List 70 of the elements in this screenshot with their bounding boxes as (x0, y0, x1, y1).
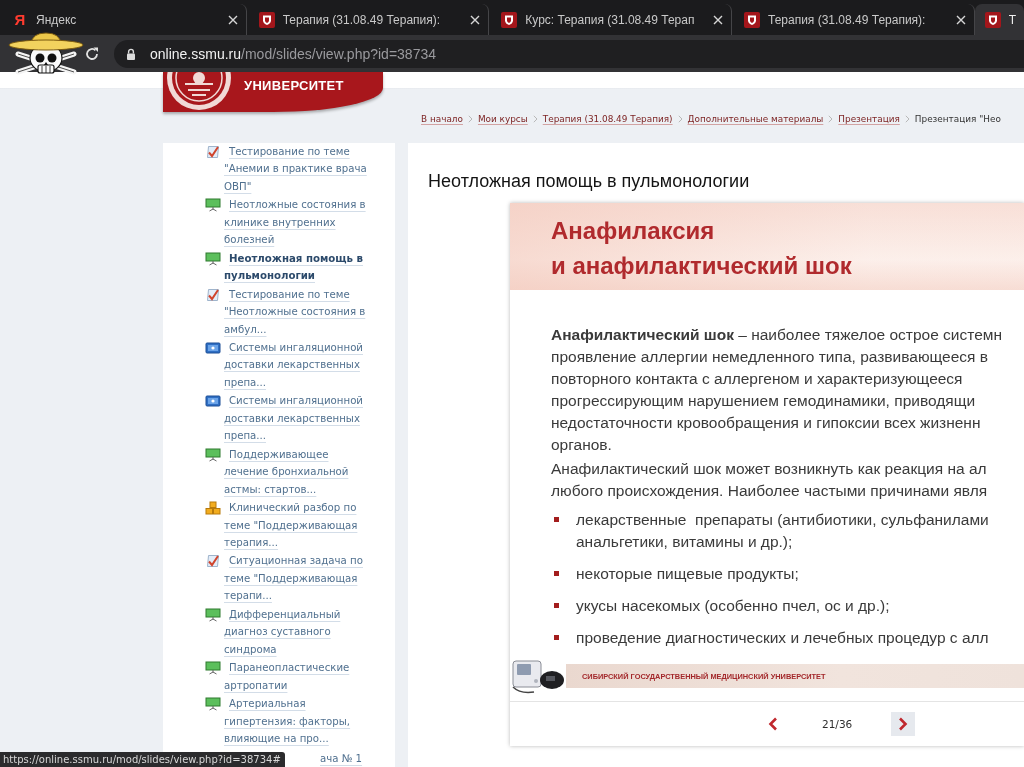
bullet-square-icon (554, 571, 559, 576)
reload-icon[interactable] (84, 45, 100, 62)
checkmark-page-icon (205, 287, 221, 302)
lock-icon (126, 47, 136, 60)
sidebar-link[interactable]: Системы ингаляционной доставки лекарственных препа... (205, 392, 395, 445)
sidebar-link[interactable]: Тестирование по теме "Анемии в практике врача ОВП" (205, 143, 395, 196)
address-field[interactable]: online.ssmu.ru/mod/slides/view.php?id=38734 (114, 39, 1024, 68)
logo-banner[interactable]: УНИВЕРСИТЕТ (163, 72, 383, 112)
sidebar-link[interactable]: Системы ингаляционной доставки лекарственных препа... (205, 339, 395, 392)
breadcrumb-link[interactable]: Дополнительные материалы (687, 114, 824, 124)
bullet-square-icon (554, 517, 559, 522)
breadcrumb-link[interactable]: Презентация (838, 114, 900, 124)
bullet-square-icon (554, 635, 559, 640)
crest-icon (744, 11, 760, 28)
close-icon[interactable] (470, 14, 481, 25)
slide-paragraph: Анафилактический шок – наиболее тяжелое острое системн проявление аллергии немедленного типа, развивающееся в повторного контакта с аллергеном и характеризующееся прогрессирующим нарушением гемодинамики, приводящи недостаточности кровообращения и гипоксии всех жизненн органов. (551, 325, 1004, 455)
chevron-icon (677, 115, 683, 123)
sidebar-link[interactable]: ача № 1 (320, 748, 363, 767)
crest-icon (501, 11, 518, 28)
slide-counter: 21/36 (822, 718, 853, 730)
checkmark-page-icon (205, 554, 221, 569)
sidebar-link[interactable]: Клинический разбор по теме "Поддерживающая терапия... (205, 499, 395, 552)
emblem-icon (166, 72, 232, 112)
bullet-text: укусы насекомых (особенно пчел, ос и др.); (576, 596, 890, 616)
bullet-text: лекарственные препараты (антибиотики, сульфанилами анальгетики, витамины и др.); (576, 510, 989, 552)
sidebar-link[interactable]: Неотложные состояния в клинике внутренних болезней (205, 196, 395, 249)
bullet-text: проведение диагностических и лечебных процедур с алл (576, 628, 989, 648)
sidebar-link[interactable]: Артериальная гипертензия: факторы, влияющие на про... (205, 695, 395, 748)
logo-text: УНИВЕРСИТЕТ (244, 78, 344, 93)
bullet-square-icon (554, 603, 559, 608)
breadcrumb-link[interactable]: Терапия (31.08.49 Терапия) (542, 114, 673, 124)
presentation-board-icon (205, 251, 221, 266)
chevron-right-icon (898, 717, 909, 731)
breadcrumb-link[interactable]: Мои курсы (477, 114, 528, 124)
close-icon[interactable] (955, 14, 966, 25)
page-title: Неотложная помощь в пульмонологии (428, 170, 751, 192)
status-url-text: https://online.ssmu.ru/mod/slides/view.php?id=38734# (0, 752, 285, 767)
chevron-icon (532, 115, 538, 123)
presentation-board-icon (205, 661, 221, 676)
stacked-blocks-icon (205, 501, 221, 516)
next-slide-button[interactable] (891, 712, 916, 736)
sidebar-link[interactable]: Тестирование по теме "Неотложные состояния в амбул... (205, 285, 395, 338)
monitor-device-drawing (510, 657, 566, 695)
crest-icon (984, 11, 1001, 28)
browser-tab[interactable]: Т (974, 4, 1024, 35)
bullet-text: некоторые пищевые продукты; (576, 564, 799, 584)
video-screen-icon (205, 341, 221, 355)
presentation-board-icon (205, 607, 221, 622)
presentation-board-icon (205, 198, 221, 213)
breadcrumb-current: Презентация "Нео (914, 114, 1001, 124)
sidebar-link[interactable]: Неотложная помощь в пульмонологии (205, 249, 395, 285)
presentation-board-icon (205, 697, 221, 712)
slide-title: Анафилаксия и анафилактический шок (551, 216, 853, 281)
presentation-board-icon (205, 447, 221, 462)
sidebar-link[interactable]: Поддерживающее лечение бронхиальной астмы: стартов... (205, 445, 395, 499)
sidebar-link[interactable]: Ситуационная задача по теме "Поддерживающая терапи... (205, 552, 395, 605)
crest-icon (258, 11, 275, 28)
sidebar-link[interactable]: Дифференциальный диагноз суставного синдрома (205, 605, 395, 659)
chevron-icon (828, 115, 834, 123)
close-icon[interactable] (713, 14, 723, 25)
chevron-left-icon (768, 717, 778, 731)
sidebar-link[interactable]: Паранеопластические артропатии (205, 659, 395, 695)
chevron-icon (904, 115, 910, 123)
slide-paragraph: Анафилактический шок может возникнуть как реакция на ал любого происхождения. Наиболее частыми причинами явля (551, 459, 989, 501)
close-icon[interactable] (227, 14, 238, 25)
checkmark-page-icon (205, 145, 221, 159)
video-screen-icon (205, 394, 221, 409)
breadcrumb-link[interactable]: В начало (421, 114, 463, 124)
favicon-letter: Я (13, 11, 27, 28)
chevron-icon (467, 115, 473, 123)
